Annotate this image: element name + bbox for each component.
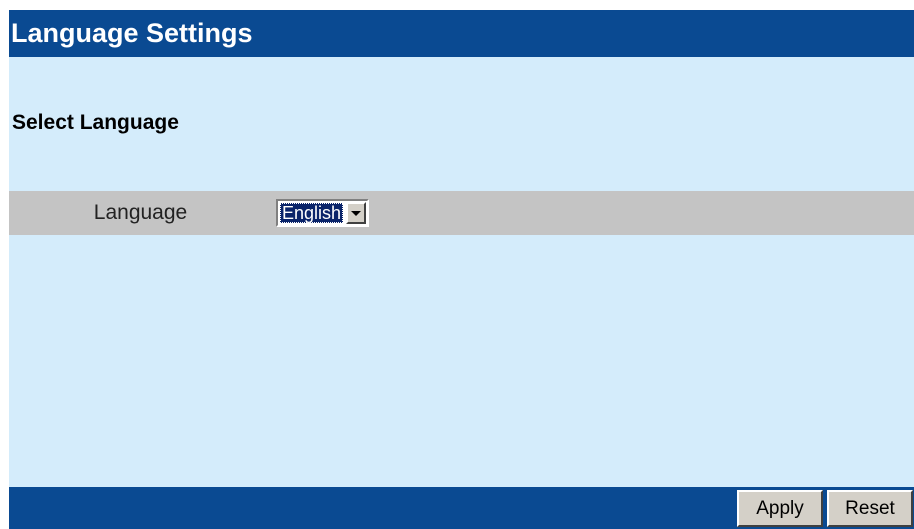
language-select[interactable]: English [276, 199, 370, 227]
settings-page: Language Settings Select Language Langua… [9, 10, 914, 529]
page-title-bar: Language Settings [9, 10, 914, 57]
section-heading: Select Language [12, 111, 179, 134]
footer-bar: Apply Reset [9, 487, 914, 529]
language-select-value[interactable]: English [280, 203, 344, 223]
window-frame: Language Settings Select Language Langua… [0, 0, 914, 529]
page-title: Language Settings [11, 18, 253, 48]
language-label: Language [93, 201, 188, 224]
reset-button[interactable]: Reset [827, 490, 913, 527]
apply-button[interactable]: Apply [737, 490, 823, 527]
dropdown-button[interactable] [346, 202, 367, 224]
chevron-down-icon [351, 210, 362, 216]
language-row: Language English [9, 191, 914, 235]
